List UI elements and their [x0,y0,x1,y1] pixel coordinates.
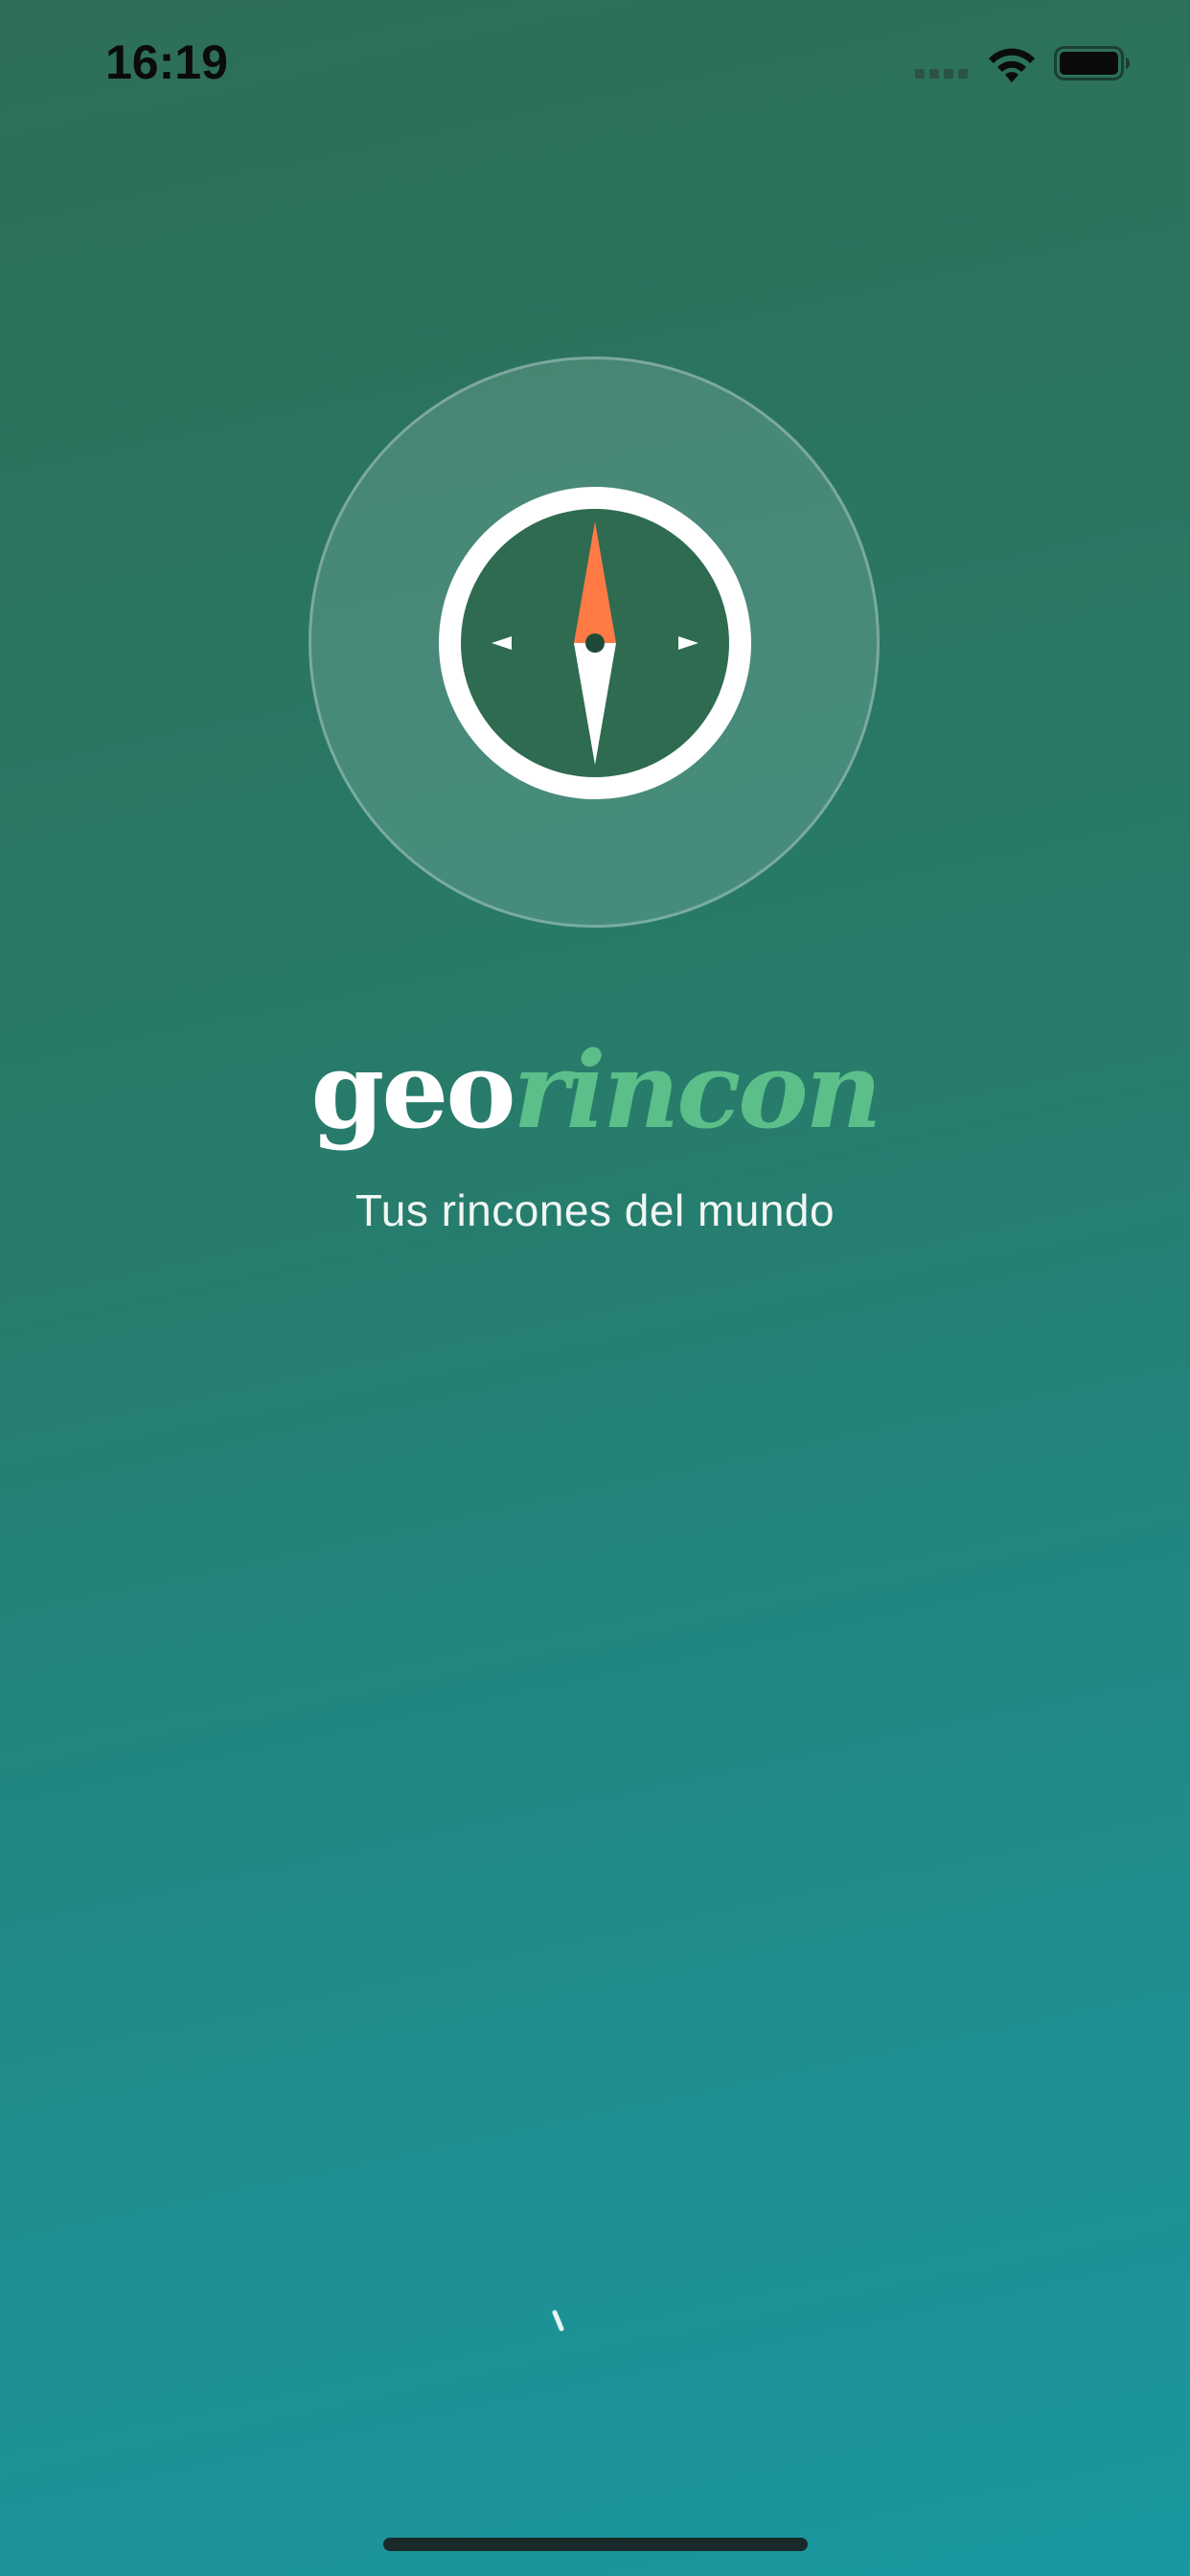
app-name-logo: georincon [0,1033,1190,1148]
cellular-signal-icon [915,69,969,80]
brand-part-rincon: rincon [513,1028,882,1152]
wifi-icon [989,48,1035,82]
splash-screen: 16:19 georincon Tus rincones del mundo [0,0,1190,2576]
compass-icon [439,487,751,799]
status-time: 16:19 [105,35,228,89]
battery-icon [1054,46,1130,80]
brand-part-geo: geo [310,1028,515,1152]
tagline: Tus rincones del mundo [355,1185,835,1235]
loading-spinner-icon [552,2310,564,2332]
status-bar: 16:19 [0,0,1190,126]
home-indicator[interactable] [383,2538,808,2551]
